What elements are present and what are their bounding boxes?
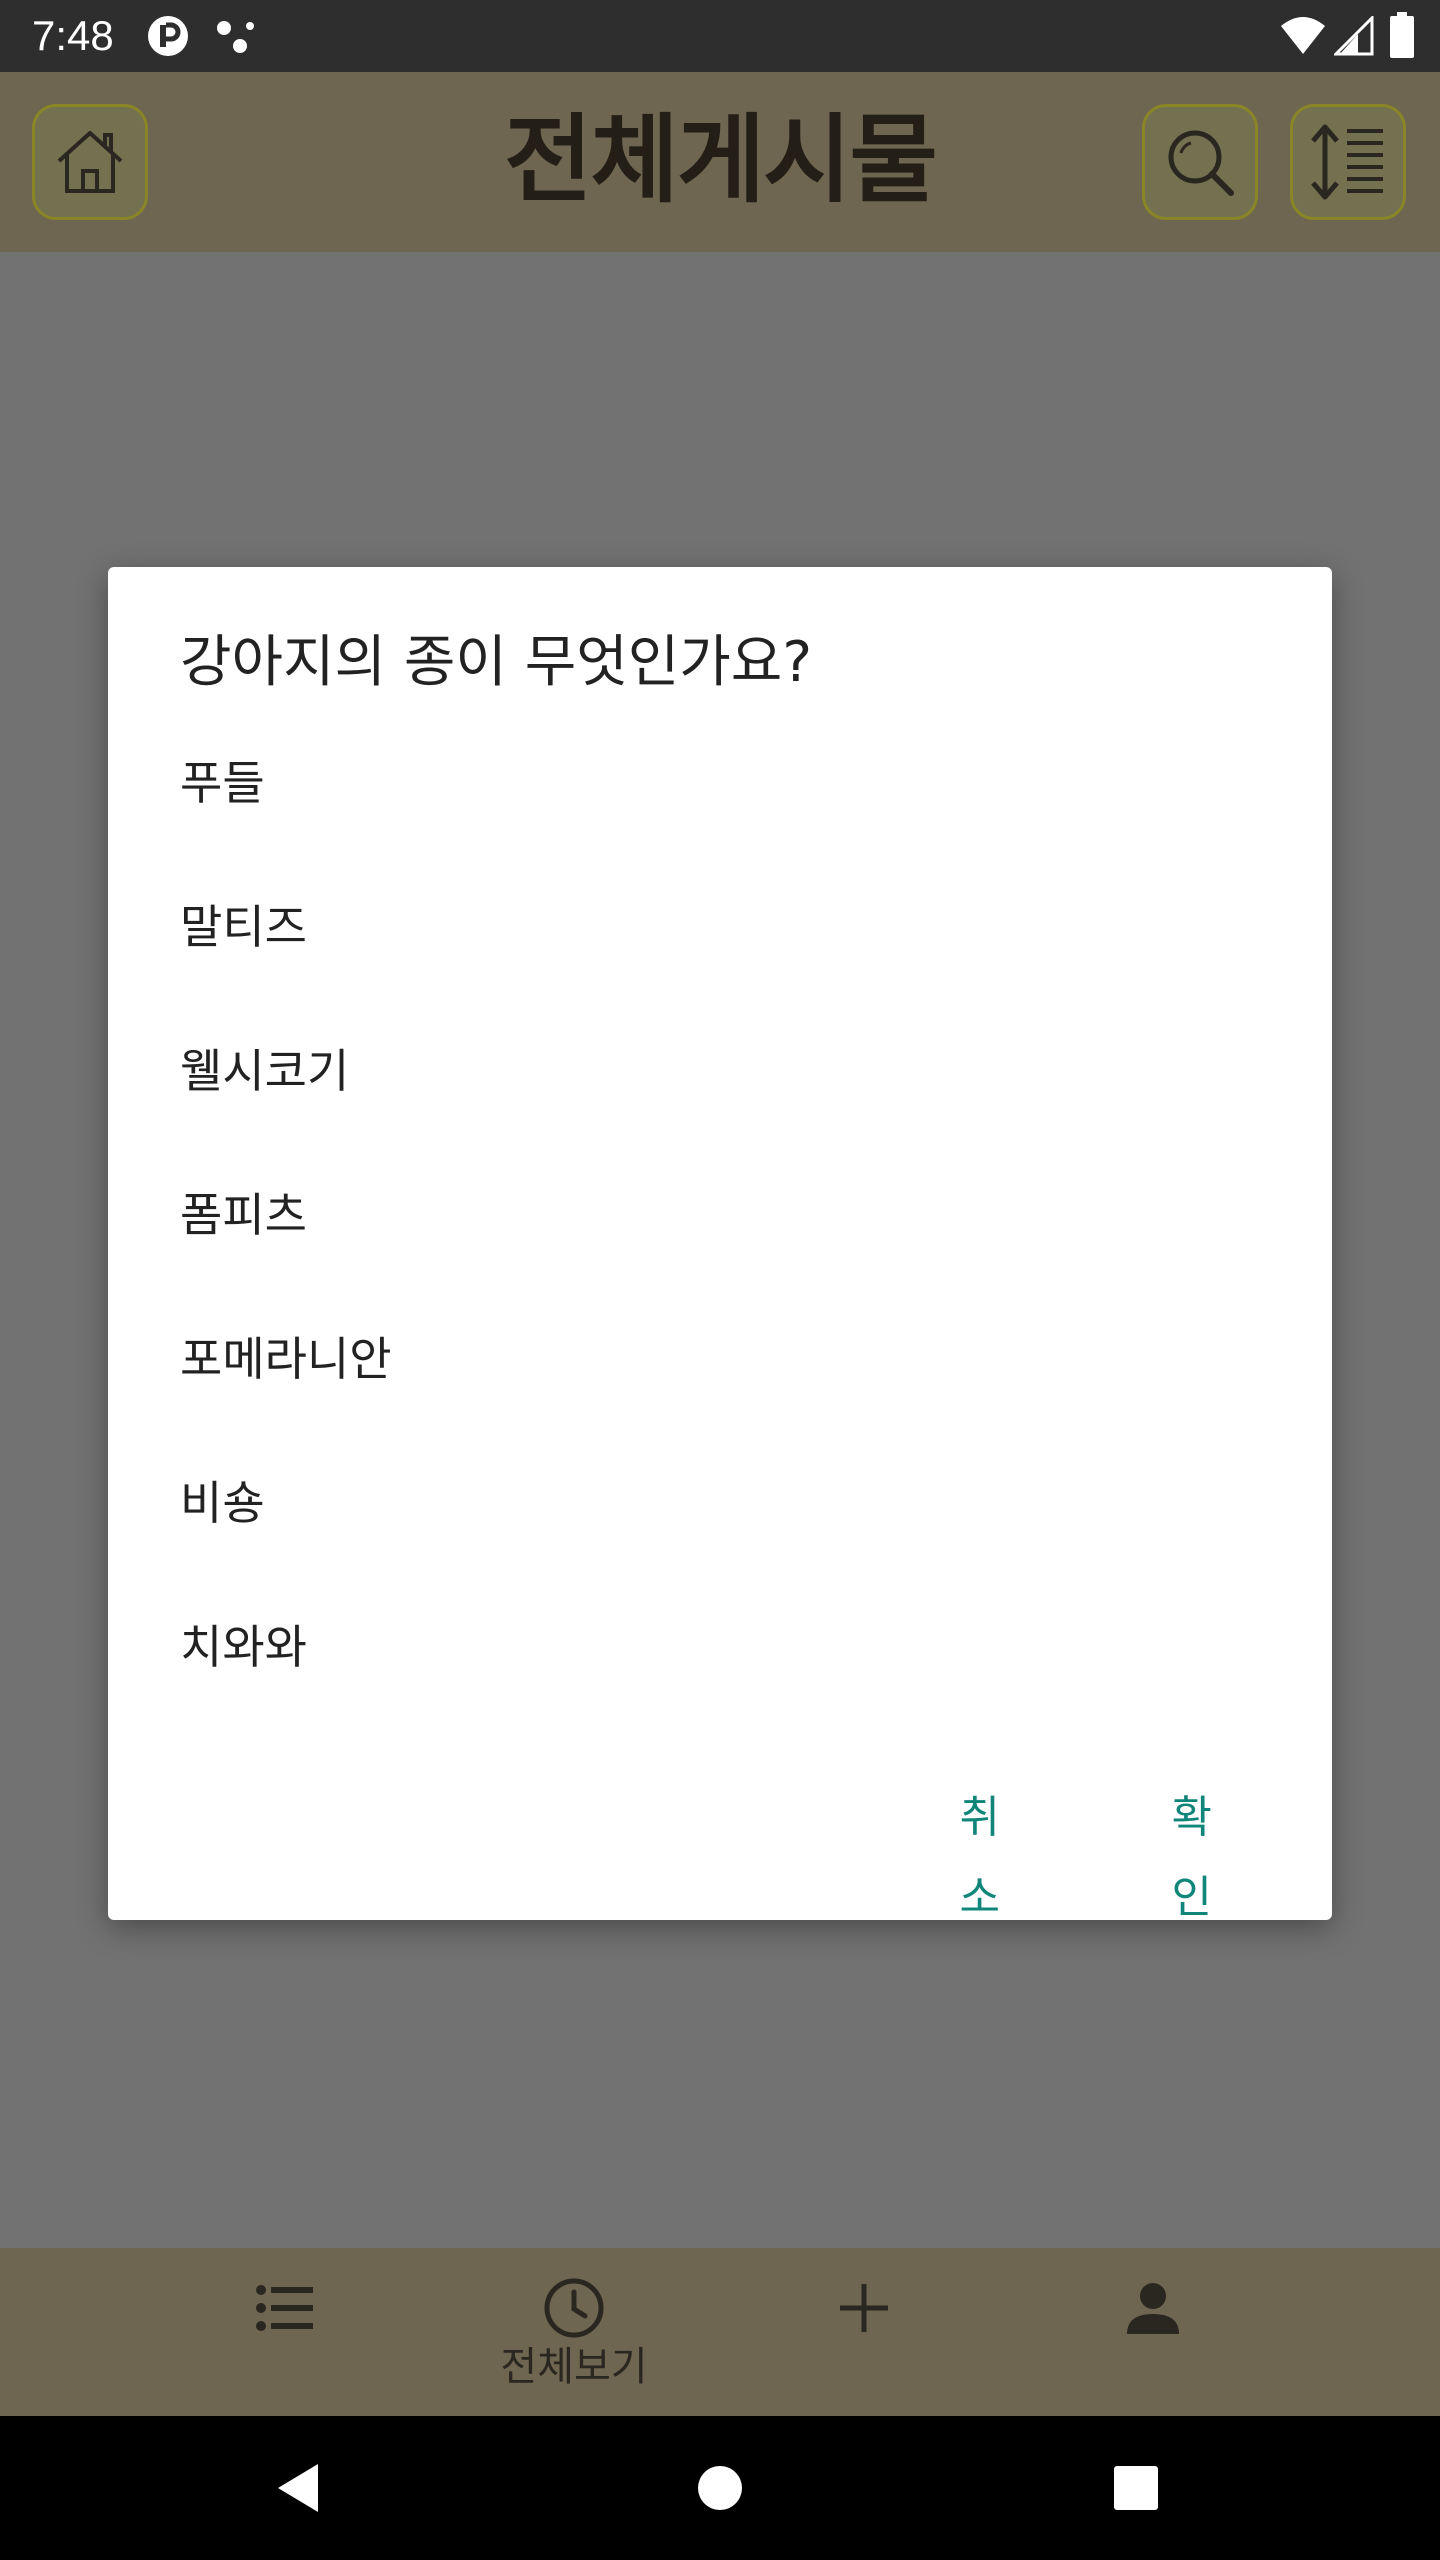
- dialog-title: 강아지의 종이 무엇인가요?: [180, 630, 813, 695]
- option-label: 폼피츠: [180, 1188, 307, 1242]
- bottom-navigation: 전체보기: [0, 2248, 1440, 2416]
- sort-icon: [1311, 124, 1383, 200]
- plus-icon: [840, 2284, 888, 2332]
- option-bichon[interactable]: 비숑: [108, 1431, 1332, 1575]
- option-label: 포메라니안: [180, 1332, 392, 1386]
- status-time: 7:48: [32, 12, 114, 59]
- wifi-icon: [1281, 17, 1325, 54]
- option-maltese[interactable]: 말티즈: [108, 855, 1332, 999]
- nav-view-all-label: 전체보기: [500, 2344, 648, 2390]
- notification-p-icon: [148, 16, 188, 56]
- option-chihuahua[interactable]: 치와와: [108, 1575, 1332, 1719]
- battery-icon: [1390, 12, 1414, 58]
- breed-select-dialog: 강아지의 종이 무엇인가요? 푸들 말티즈 웰시코기 폼피츠 포메라니안 비숑 …: [108, 567, 1332, 1923]
- option-poodle[interactable]: 푸들: [108, 711, 1332, 855]
- status-bar: 7:48: [0, 0, 1440, 72]
- search-icon: [1168, 130, 1234, 196]
- option-welsh-corgi[interactable]: 웰시코기: [108, 999, 1332, 1143]
- option-pomsky-pompitz[interactable]: 폼피츠: [108, 1143, 1332, 1287]
- option-label: 말티즈: [180, 900, 307, 954]
- list-icon: [256, 2285, 313, 2331]
- sort-button[interactable]: [1290, 104, 1406, 220]
- option-label: 치와와: [180, 1620, 307, 1674]
- system-navigation-bar: [0, 2416, 1440, 2560]
- person-icon: [1127, 2283, 1179, 2334]
- option-pomeranian[interactable]: 포메라니안: [108, 1287, 1332, 1431]
- notification-dots-icon: [217, 21, 254, 53]
- home-circle-icon[interactable]: [690, 2458, 750, 2518]
- confirm-button[interactable]: 확인: [1152, 1778, 1232, 1938]
- back-icon[interactable]: [270, 2458, 330, 2518]
- nav-profile[interactable]: [1053, 2248, 1253, 2416]
- option-label: 푸들: [180, 756, 265, 810]
- option-label: 비숑: [180, 1476, 265, 1530]
- breed-option-list: 푸들 말티즈 웰시코기 폼피츠 포메라니안 비숑 치와와: [108, 711, 1332, 1719]
- app-header: 전체게시물: [0, 72, 1440, 252]
- nav-add[interactable]: [764, 2248, 964, 2416]
- nav-list[interactable]: [185, 2248, 385, 2416]
- signal-icon: [1334, 16, 1374, 56]
- recent-apps-icon[interactable]: [1106, 2458, 1166, 2518]
- clock-icon: [544, 2278, 604, 2338]
- option-label: 웰시코기: [180, 1044, 350, 1098]
- cancel-button[interactable]: 취소: [940, 1778, 1020, 1938]
- nav-view-all[interactable]: 전체보기: [474, 2248, 674, 2416]
- search-button[interactable]: [1142, 104, 1258, 220]
